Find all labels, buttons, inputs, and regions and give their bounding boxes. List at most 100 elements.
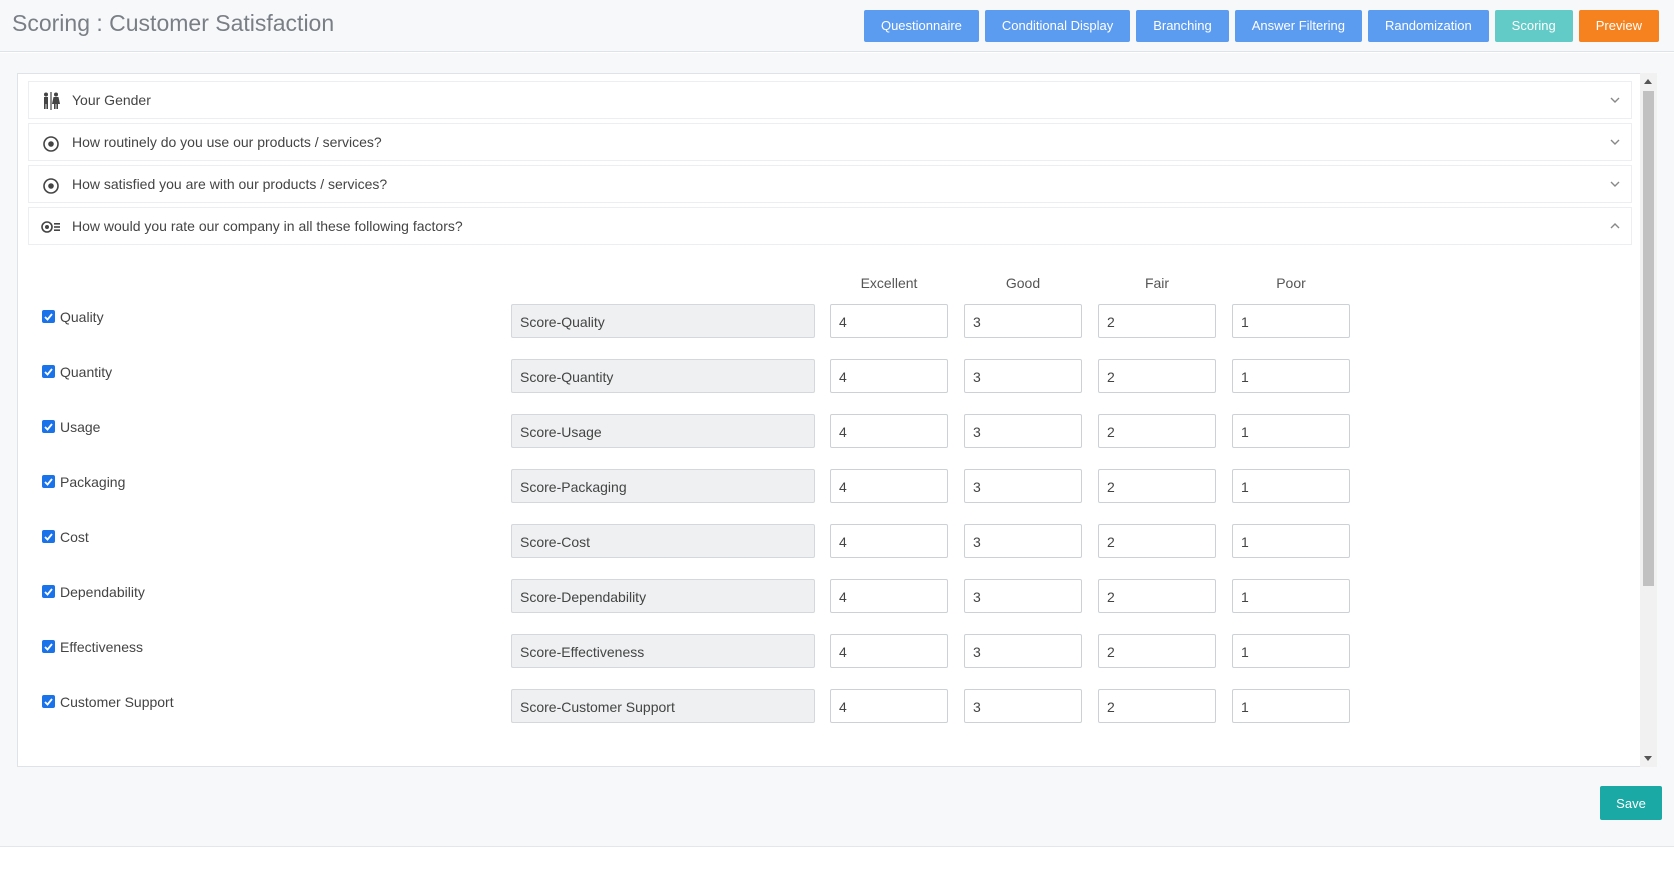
row-label: Effectiveness [60, 639, 144, 655]
row-checkbox[interactable] [42, 530, 55, 543]
scoring-row: Quality Score-Quality 4 3 2 1 [18, 304, 1638, 340]
check-icon [44, 533, 53, 541]
column-header-good: Good [1005, 275, 1041, 291]
good-score-input[interactable]: 3 [964, 579, 1082, 613]
column-header-excellent: Excellent [860, 275, 918, 291]
row-checkbox[interactable] [42, 420, 55, 433]
check-icon [44, 588, 53, 596]
randomization-button[interactable]: Randomization [1367, 10, 1489, 42]
save-button[interactable]: Save [1600, 786, 1662, 820]
poor-score-input[interactable]: 1 [1232, 579, 1350, 613]
nav-buttons: Questionnaire Conditional Display Branch… [863, 10, 1659, 42]
radio-icon [43, 178, 59, 194]
score-name-field[interactable]: Score-Quantity [511, 359, 815, 393]
scoring-row: Packaging Score-Packaging 4 3 2 1 [18, 469, 1638, 505]
good-score-input[interactable]: 3 [964, 469, 1082, 503]
row-label: Usage [60, 419, 101, 435]
question-satisfaction[interactable]: How satisfied you are with our products … [28, 165, 1632, 203]
column-header-fair: Fair [1144, 275, 1170, 291]
question-usage-frequency[interactable]: How routinely do you use our products / … [28, 123, 1632, 161]
poor-score-input[interactable]: 1 [1232, 469, 1350, 503]
preview-button[interactable]: Preview [1578, 10, 1659, 42]
check-icon [44, 368, 53, 376]
scoring-row: Effectiveness Score-Effectiveness 4 3 2 … [18, 634, 1638, 670]
fair-score-input[interactable]: 2 [1098, 359, 1216, 393]
column-header-poor: Poor [1276, 275, 1306, 291]
row-checkbox[interactable] [42, 310, 55, 323]
row-label: Quantity [60, 364, 113, 380]
question-label: How would you rate our company in all th… [72, 218, 463, 234]
poor-score-input[interactable]: 1 [1232, 414, 1350, 448]
scroll-down-arrow-icon[interactable] [1644, 756, 1652, 761]
poor-score-input[interactable]: 1 [1232, 524, 1350, 558]
fair-score-input[interactable]: 2 [1098, 304, 1216, 338]
conditional-display-button[interactable]: Conditional Display [984, 10, 1131, 42]
excellent-score-input[interactable]: 4 [830, 414, 948, 448]
row-checkbox[interactable] [42, 640, 55, 653]
check-icon [44, 478, 53, 486]
row-checkbox[interactable] [42, 475, 55, 488]
chevron-down-icon [1610, 97, 1620, 103]
row-label: Quality [60, 309, 104, 325]
good-score-input[interactable]: 3 [964, 359, 1082, 393]
scoring-panel: Your Gender How routinely do you use our… [17, 73, 1657, 767]
score-name-field[interactable]: Score-Quality [511, 304, 815, 338]
top-bar: Scoring : Customer Satisfaction Question… [0, 0, 1674, 52]
row-checkbox[interactable] [42, 695, 55, 708]
scroll-up-arrow-icon[interactable] [1644, 79, 1652, 84]
fair-score-input[interactable]: 2 [1098, 579, 1216, 613]
excellent-score-input[interactable]: 4 [830, 469, 948, 503]
question-gender[interactable]: Your Gender [28, 81, 1632, 119]
scoring-row: Usage Score-Usage 4 3 2 1 [18, 414, 1638, 450]
excellent-score-input[interactable]: 4 [830, 689, 948, 723]
check-icon [44, 313, 53, 321]
fair-score-input[interactable]: 2 [1098, 469, 1216, 503]
row-label: Packaging [60, 474, 126, 490]
scroll-thumb[interactable] [1643, 91, 1654, 586]
question-company-rating[interactable]: How would you rate our company in all th… [28, 207, 1632, 245]
questionnaire-button[interactable]: Questionnaire [863, 10, 979, 42]
panel-scrollbar[interactable] [1640, 73, 1657, 767]
good-score-input[interactable]: 3 [964, 689, 1082, 723]
row-label: Cost [60, 529, 89, 545]
check-icon [44, 423, 53, 431]
score-name-field[interactable]: Score-Packaging [511, 469, 815, 503]
scoring-row: Dependability Score-Dependability 4 3 2 … [18, 579, 1638, 615]
score-name-field[interactable]: Score-Customer Support [511, 689, 815, 723]
good-score-input[interactable]: 3 [964, 634, 1082, 668]
scoring-row: Quantity Score-Quantity 4 3 2 1 [18, 359, 1638, 395]
row-checkbox[interactable] [42, 585, 55, 598]
score-name-field[interactable]: Score-Cost [511, 524, 815, 558]
fair-score-input[interactable]: 2 [1098, 689, 1216, 723]
good-score-input[interactable]: 3 [964, 414, 1082, 448]
gender-icon [44, 92, 60, 110]
page-title: Scoring : Customer Satisfaction [12, 10, 335, 36]
excellent-score-input[interactable]: 4 [830, 579, 948, 613]
good-score-input[interactable]: 3 [964, 304, 1082, 338]
score-name-field[interactable]: Score-Usage [511, 414, 815, 448]
scoring-button[interactable]: Scoring [1494, 10, 1573, 42]
poor-score-input[interactable]: 1 [1232, 359, 1350, 393]
score-name-field[interactable]: Score-Effectiveness [511, 634, 815, 668]
row-checkbox[interactable] [42, 365, 55, 378]
radio-icon [43, 136, 59, 152]
excellent-score-input[interactable]: 4 [830, 634, 948, 668]
excellent-score-input[interactable]: 4 [830, 304, 948, 338]
poor-score-input[interactable]: 1 [1232, 304, 1350, 338]
poor-score-input[interactable]: 1 [1232, 689, 1350, 723]
fair-score-input[interactable]: 2 [1098, 524, 1216, 558]
answer-filtering-button[interactable]: Answer Filtering [1234, 10, 1362, 42]
branching-button[interactable]: Branching [1136, 10, 1229, 42]
check-icon [44, 698, 53, 706]
scoring-row: Customer Support Score-Customer Support … [18, 689, 1638, 725]
check-icon [44, 643, 53, 651]
fair-score-input[interactable]: 2 [1098, 414, 1216, 448]
excellent-score-input[interactable]: 4 [830, 359, 948, 393]
question-label: Your Gender [72, 92, 151, 108]
score-name-field[interactable]: Score-Dependability [511, 579, 815, 613]
fair-score-input[interactable]: 2 [1098, 634, 1216, 668]
good-score-input[interactable]: 3 [964, 524, 1082, 558]
excellent-score-input[interactable]: 4 [830, 524, 948, 558]
poor-score-input[interactable]: 1 [1232, 634, 1350, 668]
question-label: How routinely do you use our products / … [72, 134, 382, 150]
